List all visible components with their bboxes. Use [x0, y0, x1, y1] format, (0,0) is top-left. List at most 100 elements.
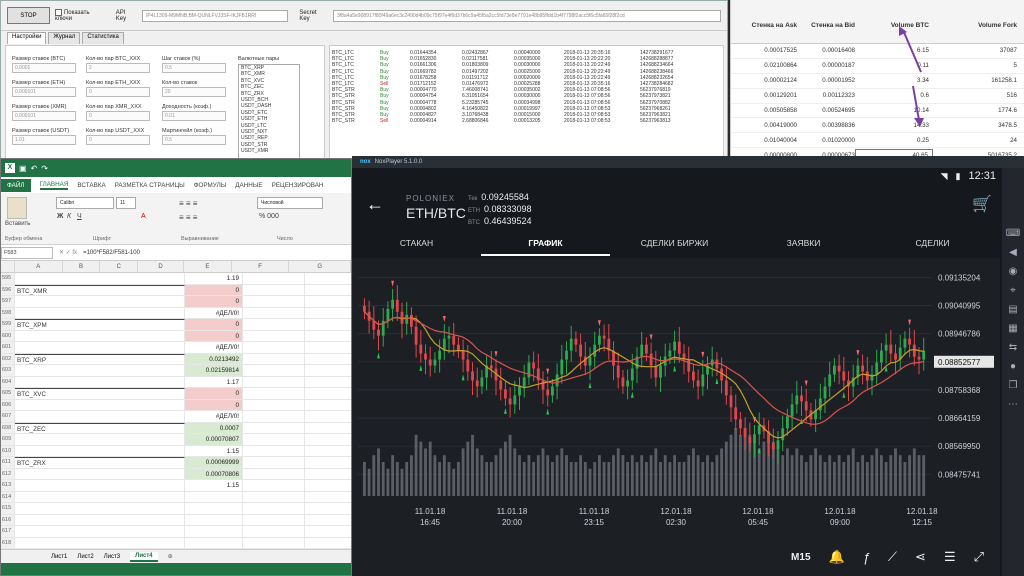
- field-input[interactable]: 1.01: [12, 135, 76, 145]
- cell-value[interactable]: 0: [185, 319, 243, 330]
- cell-value[interactable]: #ДЕЛ/0!: [185, 342, 243, 353]
- col-e[interactable]: E: [184, 261, 232, 272]
- share-icon[interactable]: ⋖: [915, 549, 926, 565]
- secret-key-field[interactable]: 3f8a4a5e908917f80f49a6ec3c2490d4b09c75f9…: [332, 9, 722, 22]
- sheet-tab[interactable]: Лист2: [77, 554, 93, 560]
- row-number[interactable]: 602: [1, 353, 15, 364]
- save-icon[interactable]: ▣: [19, 164, 27, 173]
- cell-name[interactable]: BTC_XPM: [15, 319, 185, 330]
- cell-empty[interactable]: [243, 365, 305, 376]
- tab-settings[interactable]: Настройки: [7, 32, 47, 44]
- multi-icon[interactable]: ❐: [1009, 380, 1018, 391]
- cell-empty[interactable]: [243, 399, 305, 410]
- cell-value[interactable]: 0.0213492: [185, 353, 243, 364]
- row-number[interactable]: 614: [1, 491, 15, 502]
- row-number[interactable]: 612: [1, 468, 15, 479]
- api-key-field[interactable]: IP4L1309-M9MNB,BM-QUNLFVJ3SF-IKJFB1RRI: [141, 9, 289, 22]
- field-input[interactable]: 0.01: [162, 111, 226, 121]
- bold-icon[interactable]: Ж: [57, 213, 63, 220]
- tab-file[interactable]: ФАЙЛ: [1, 178, 31, 192]
- cell-name[interactable]: [15, 307, 185, 318]
- cell-value[interactable]: [185, 537, 243, 548]
- align-icon[interactable]: ≡ ≡ ≡: [179, 199, 197, 208]
- col-b[interactable]: B: [63, 261, 101, 272]
- tab-orders[interactable]: ЗАЯВКИ: [739, 232, 868, 256]
- tab-orderbook[interactable]: СТАКАН: [352, 232, 481, 256]
- underline-icon[interactable]: Ч: [77, 213, 82, 220]
- field-input[interactable]: 20: [162, 87, 226, 97]
- row-number[interactable]: 601: [1, 342, 15, 353]
- col-d[interactable]: D: [138, 261, 184, 272]
- cell-name[interactable]: [15, 376, 185, 387]
- percent-icon[interactable]: % 000: [259, 213, 279, 220]
- cell-empty[interactable]: [243, 434, 305, 445]
- row-number[interactable]: 617: [1, 526, 15, 537]
- tab-stats[interactable]: Статистика: [82, 32, 124, 44]
- cell-name[interactable]: BTC_XVC: [15, 388, 185, 399]
- pairs-listbox[interactable]: BTC_XRP BTC_XMR BTC_XVC BTC_ZEC BTC_ZRX USDT_…: [238, 64, 300, 160]
- location-icon[interactable]: ⌖: [1010, 285, 1016, 296]
- tab-trades[interactable]: СДЕЛКИ: [868, 232, 997, 256]
- cell-empty[interactable]: [243, 491, 305, 502]
- cell-value[interactable]: 0.00070806: [185, 468, 243, 479]
- screenshot-icon[interactable]: ◉: [1009, 266, 1018, 277]
- cell-name[interactable]: [15, 514, 185, 525]
- cell-name[interactable]: [15, 491, 185, 502]
- tab-exchange-trades[interactable]: СДЕЛКИ БИРЖИ: [610, 232, 739, 256]
- font-color-icon[interactable]: A: [141, 213, 146, 220]
- tab-insert[interactable]: ВСТАВКА: [77, 182, 105, 189]
- redo-icon[interactable]: ↷: [41, 164, 48, 173]
- cell-empty[interactable]: [243, 388, 305, 399]
- row-number[interactable]: 611: [1, 457, 15, 468]
- cell-value[interactable]: 0: [185, 399, 243, 410]
- field-input[interactable]: 0: [86, 135, 150, 145]
- cell-value[interactable]: 1.17: [185, 376, 243, 387]
- font-name-select[interactable]: Calibri: [56, 197, 114, 209]
- cell-value[interactable]: 0.02159814: [185, 365, 243, 376]
- cell-value[interactable]: 0: [185, 330, 243, 341]
- row-number[interactable]: 596: [1, 284, 15, 295]
- cell-name[interactable]: [15, 480, 185, 491]
- price-chart[interactable]: 0.09135204 0.09040995 0.08946786 0.08852577…: [352, 258, 1000, 538]
- row-number[interactable]: 598: [1, 307, 15, 318]
- cell-empty[interactable]: [243, 503, 305, 514]
- cell-empty[interactable]: [243, 526, 305, 537]
- cell-name[interactable]: [15, 445, 185, 456]
- cell-name[interactable]: [15, 503, 185, 514]
- cell-value[interactable]: [185, 526, 243, 537]
- cell-name[interactable]: [15, 273, 185, 284]
- row-number[interactable]: 607: [1, 411, 15, 422]
- add-sheet-icon[interactable]: ⊕: [168, 553, 173, 560]
- volume-up-icon[interactable]: ◀: [1009, 247, 1017, 258]
- col-c[interactable]: C: [100, 261, 139, 272]
- cell-empty[interactable]: [243, 319, 305, 330]
- tab-chart[interactable]: ГРАФИК: [481, 232, 610, 256]
- italic-icon[interactable]: К: [67, 213, 71, 220]
- name-box[interactable]: F583: [1, 246, 53, 259]
- row-number[interactable]: 595: [1, 273, 15, 284]
- timeframe-button[interactable]: M15: [791, 552, 810, 563]
- number-format-select[interactable]: Числовой: [257, 197, 323, 209]
- row-number[interactable]: 599: [1, 319, 15, 330]
- record-icon[interactable]: ●: [1010, 361, 1016, 372]
- fullscreen-icon[interactable]: ⤢: [974, 549, 984, 565]
- keyboard-icon[interactable]: ⌨: [1006, 228, 1020, 239]
- field-input[interactable]: 0: [86, 87, 150, 97]
- tab-log[interactable]: Журнал: [48, 32, 81, 44]
- field-input[interactable]: 0.5: [162, 63, 226, 73]
- cell-name[interactable]: [15, 434, 185, 445]
- paste-button[interactable]: Вставить: [5, 221, 30, 227]
- back-arrow-icon[interactable]: ←: [366, 194, 384, 215]
- cell-empty[interactable]: [243, 411, 305, 422]
- row-number[interactable]: 604: [1, 376, 15, 387]
- row-number[interactable]: 608: [1, 422, 15, 433]
- sheet-tab[interactable]: Лист4: [130, 551, 158, 562]
- cell-empty[interactable]: [243, 330, 305, 341]
- cell-empty[interactable]: [243, 468, 305, 479]
- cell-name[interactable]: [15, 411, 185, 422]
- shake-icon[interactable]: ⇆: [1009, 342, 1017, 353]
- cell-name[interactable]: BTC_ZRX: [15, 457, 185, 468]
- paste-icon[interactable]: [7, 197, 27, 219]
- cell-value[interactable]: [185, 514, 243, 525]
- cell-value[interactable]: 0.00070807: [185, 434, 243, 445]
